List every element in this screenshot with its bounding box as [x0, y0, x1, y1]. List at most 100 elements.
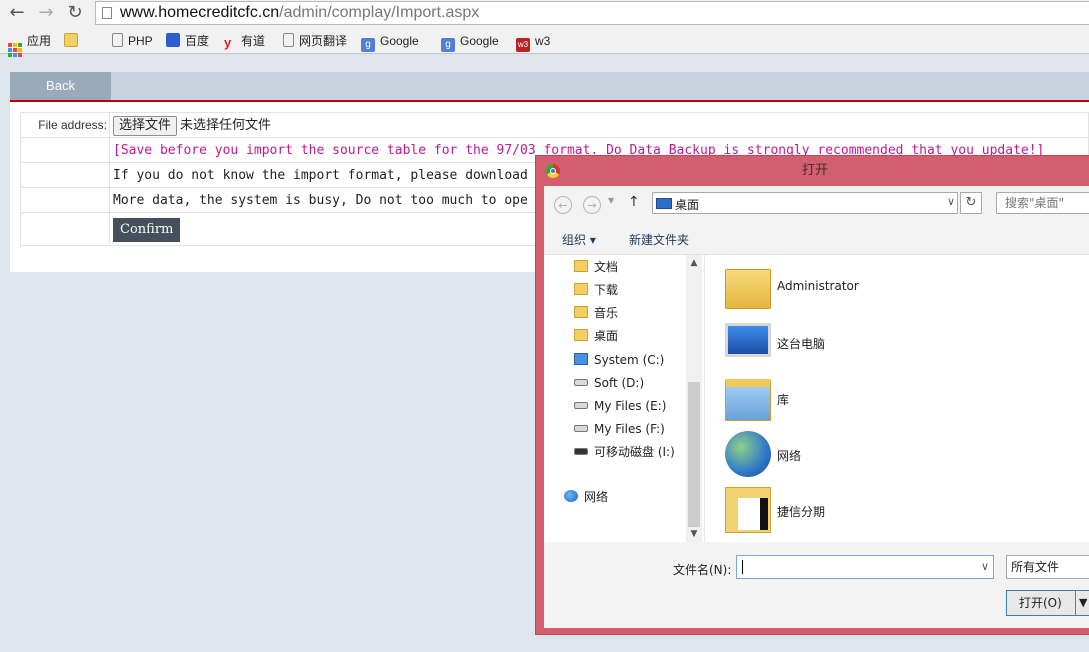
- filename-input[interactable]: ∨: [736, 555, 994, 579]
- file-item-label: 网络: [777, 449, 802, 463]
- confirm-button[interactable]: Confirm: [113, 217, 181, 242]
- nav-item-music[interactable]: 音乐: [574, 303, 618, 323]
- system-drive-icon: [574, 353, 588, 365]
- url-text[interactable]: www.homecreditcfc.cn/admin/complay/Impor…: [120, 4, 479, 22]
- address-text: 桌面: [675, 198, 700, 212]
- apps-icon: [8, 43, 22, 57]
- shortcut-folder-icon: [725, 487, 771, 533]
- w3-icon: w3: [516, 38, 530, 52]
- file-item-this-pc[interactable]: 这台电脑: [725, 319, 1085, 371]
- address-bar[interactable]: www.homecreditcfc.cn/admin/complay/Impor…: [95, 1, 1089, 25]
- nav-item-drive-c[interactable]: System (C:): [574, 350, 664, 370]
- bookmark-label: 应用: [27, 34, 52, 48]
- nav-label: My Files (E:): [594, 399, 667, 413]
- nav-label: 下载: [594, 283, 619, 297]
- empty-label: [20, 162, 110, 188]
- chevron-down-icon[interactable]: ∨: [981, 560, 989, 573]
- bookmark-google-2[interactable]: g Google: [441, 32, 499, 52]
- nav-label: 音乐: [594, 306, 619, 320]
- file-item-administrator[interactable]: Administrator: [725, 263, 1085, 315]
- nav-item-drive-f[interactable]: My Files (F:): [574, 419, 665, 439]
- page-icon: [112, 33, 123, 47]
- back-arrow-icon[interactable]: ←: [6, 2, 28, 24]
- dialog-address-box[interactable]: 桌面 ∨: [652, 192, 958, 214]
- drive-icon: [574, 425, 588, 432]
- nav-item-drive-d[interactable]: Soft (D:): [574, 373, 644, 393]
- file-item-library[interactable]: 库: [725, 375, 1085, 427]
- scroll-up-icon[interactable]: ▲: [686, 255, 702, 271]
- dialog-footer: 文件名(N): ∨ 所有文件 打开(O) ▼: [544, 542, 1089, 628]
- empty-label: [20, 137, 110, 163]
- forward-arrow-icon[interactable]: →: [35, 2, 57, 24]
- folder-icon: [574, 260, 588, 272]
- scroll-thumb[interactable]: [688, 382, 700, 527]
- file-item-label: 捷信分期: [777, 505, 826, 519]
- dialog-title: 打开: [801, 163, 828, 178]
- file-item-network[interactable]: 网络: [725, 431, 1085, 483]
- chevron-down-icon[interactable]: ∨: [947, 195, 955, 208]
- up-arrow-icon[interactable]: ↑: [628, 194, 640, 210]
- refresh-icon[interactable]: ↻: [960, 192, 982, 214]
- bookmark-label: 网页翻译: [299, 34, 348, 48]
- download-folder-icon: [574, 283, 588, 295]
- file-type-select[interactable]: 所有文件: [1006, 555, 1089, 579]
- command-bar: 组织 ▾ 新建文件夹: [544, 224, 1089, 255]
- dialog-body: ← → ▼ ↑ 桌面 ∨ ↻ 搜索"桌面" 组织 ▾ 新建文件夹 文档 下载 音…: [544, 186, 1089, 628]
- no-file-text: 未选择任何文件: [180, 118, 272, 133]
- bookmark-label: Google: [460, 34, 499, 48]
- recent-dropdown-icon[interactable]: ▼: [608, 196, 614, 205]
- google-icon: g: [361, 38, 375, 52]
- bookmarks-bar: 应用 PHP 百度 y 有道 网页翻译 g Google g Google w3 w3: [0, 28, 1089, 57]
- empty-label: [20, 187, 110, 213]
- nav-item-drive-e[interactable]: My Files (E:): [574, 396, 666, 416]
- bookmark-apps[interactable]: 应用: [8, 32, 52, 57]
- computer-icon: [725, 323, 771, 357]
- bookmark-baidu[interactable]: 百度: [166, 32, 209, 50]
- nav-item-desktop[interactable]: 桌面: [574, 326, 618, 346]
- bookmark-w3[interactable]: w3 w3: [516, 32, 550, 52]
- dialog-search-input[interactable]: 搜索"桌面": [996, 192, 1089, 214]
- baidu-paw-icon: [166, 33, 180, 47]
- open-file-dialog: 打开 ← → ▼ ↑ 桌面 ∨ ↻ 搜索"桌面" 组织 ▾ 新建文件夹 文档 下…: [535, 155, 1089, 635]
- network-icon: [725, 431, 771, 477]
- back-tab[interactable]: Back: [10, 72, 111, 100]
- bookmark-youdao[interactable]: y 有道: [224, 32, 265, 50]
- text-caret: [742, 560, 743, 574]
- empty-label: [20, 212, 110, 246]
- bookmark-google-1[interactable]: g Google: [361, 32, 419, 52]
- nav-item-downloads[interactable]: 下载: [574, 280, 618, 300]
- back-icon[interactable]: ←: [554, 196, 572, 214]
- open-button-label: 打开(O): [1019, 596, 1062, 610]
- nav-label: 文档: [594, 260, 619, 274]
- bookmark-label: 有道: [241, 34, 266, 48]
- music-folder-icon: [574, 306, 588, 318]
- url-host: www.homecreditcfc.cn: [120, 4, 280, 21]
- filename-label: 文件名(N):: [673, 563, 732, 577]
- bookmark-translate[interactable]: 网页翻译: [283, 32, 347, 50]
- bookmark-folder[interactable]: [64, 32, 83, 50]
- nav-label: 桌面: [594, 329, 619, 343]
- nav-item-network[interactable]: 网络: [564, 487, 608, 507]
- nav-label: 网络: [584, 490, 609, 504]
- open-button[interactable]: 打开(O) ▼: [1006, 590, 1089, 616]
- bookmark-php[interactable]: PHP: [112, 32, 153, 50]
- nav-label: System (C:): [594, 353, 665, 367]
- navigation-pane: 文档 下载 音乐 桌面 System (C:) Soft (D:) My Fil…: [544, 255, 704, 542]
- new-folder-button[interactable]: 新建文件夹: [629, 231, 689, 248]
- reload-icon[interactable]: ↻: [64, 2, 86, 24]
- nav-label: Soft (D:): [594, 376, 645, 390]
- address-row: ← → ▼ ↑ 桌面 ∨ ↻ 搜索"桌面": [544, 186, 1089, 224]
- url-path: /admin/complay/Import.aspx: [279, 4, 480, 21]
- scroll-down-icon[interactable]: ▼: [686, 526, 702, 542]
- choose-file-button[interactable]: 选择文件: [113, 116, 178, 136]
- forward-icon[interactable]: →: [583, 196, 601, 214]
- nav-scrollbar[interactable]: ▲ ▼: [686, 255, 702, 542]
- drive-icon: [574, 402, 588, 409]
- browser-toolbar: ← → ↻ www.homecreditcfc.cn/admin/complay…: [0, 0, 1089, 28]
- nav-item-documents[interactable]: 文档: [574, 257, 618, 277]
- organize-button[interactable]: 组织 ▾: [562, 231, 596, 248]
- page-icon: [283, 33, 294, 47]
- file-item-jiexin[interactable]: 捷信分期: [725, 487, 1085, 539]
- dropdown-arrow-icon[interactable]: ▼: [1079, 591, 1087, 615]
- nav-item-drive-i[interactable]: 可移动磁盘 (I:): [574, 442, 675, 462]
